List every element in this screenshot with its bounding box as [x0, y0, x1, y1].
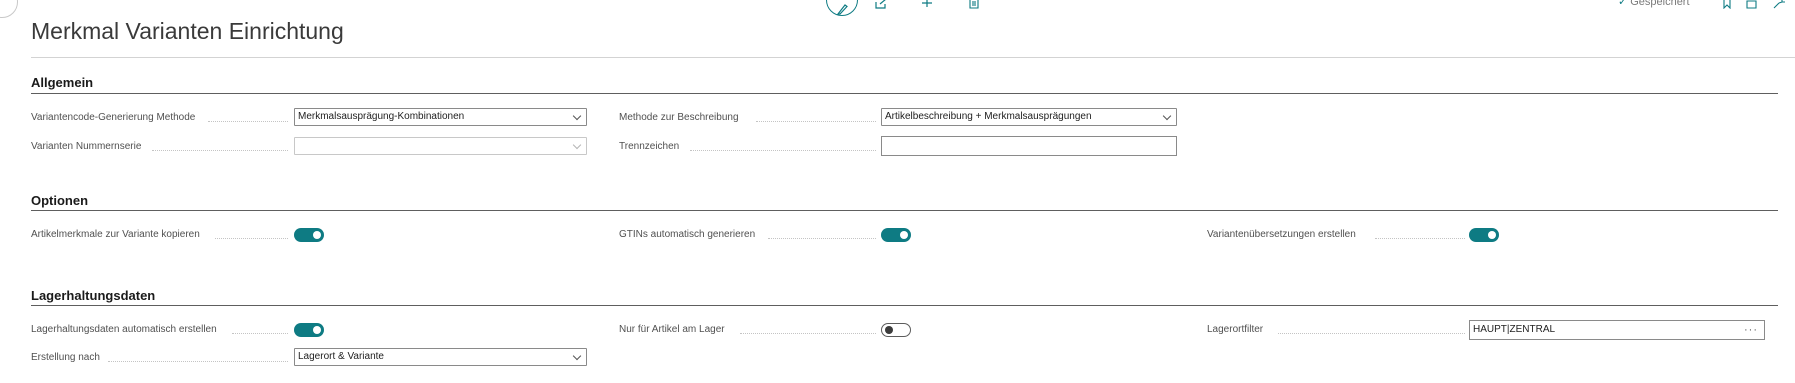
open-in-new-window-icon — [1746, 0, 1757, 9]
variant-code-method-label: Variantencode-Generierung Methode — [31, 112, 196, 123]
section-divider — [31, 93, 1778, 94]
plus-icon — [922, 0, 932, 7]
label-leader — [108, 361, 288, 362]
created-by-value: Lagerort & Variante — [298, 351, 384, 362]
separator-input[interactable] — [881, 136, 1177, 156]
section-title-allgemein[interactable]: Allgemein — [31, 75, 93, 90]
label-leader — [768, 238, 876, 239]
variant-code-method-select[interactable]: Merkmalsausprägung-Kombinationen — [294, 108, 587, 126]
translations-label: Variantenübersetzungen erstellen — [1207, 229, 1356, 240]
back-button[interactable] — [0, 0, 18, 18]
auto-create-toggle[interactable] — [294, 323, 324, 337]
auto-create-label: Lagerhaltungsdaten automatisch erstellen — [31, 324, 217, 335]
gtins-label: GTINs automatisch generieren — [619, 229, 756, 240]
saved-status-label: Gespeichert — [1630, 0, 1690, 8]
created-by-label: Erstellung nach — [31, 352, 100, 363]
separator-label: Trennzeichen — [619, 141, 680, 152]
variant-no-series-label: Varianten Nummernserie — [31, 141, 142, 152]
label-leader — [232, 333, 288, 334]
open-new-window-button[interactable] — [1746, 0, 1758, 11]
copy-attributes-label: Artikelmerkmale zur Variante kopieren — [31, 229, 200, 240]
pencil-icon — [836, 4, 848, 15]
label-leader — [1375, 238, 1465, 239]
check-icon: ✓ — [1618, 0, 1628, 8]
variant-code-method-value: Merkmalsausprägung-Kombinationen — [298, 111, 465, 122]
variant-no-series-select[interactable] — [294, 137, 587, 155]
chevron-down-icon — [572, 111, 582, 121]
saved-status: ✓ Gespeichert — [1618, 0, 1690, 8]
created-by-select[interactable]: Lagerort & Variante — [294, 348, 587, 366]
trash-icon — [969, 0, 979, 9]
translations-toggle[interactable] — [1469, 228, 1499, 242]
share-icon — [875, 0, 886, 9]
label-leader — [208, 121, 288, 122]
location-filter-label: Lagerortfilter — [1207, 324, 1264, 335]
description-method-value: Artikelbeschreibung + Merkmalsausprägung… — [885, 111, 1092, 122]
label-leader — [1278, 333, 1465, 334]
section-title-optionen[interactable]: Optionen — [31, 193, 88, 208]
copy-attributes-toggle[interactable] — [294, 228, 324, 242]
label-leader — [756, 121, 876, 122]
share-button[interactable] — [874, 0, 888, 11]
delete-button[interactable] — [968, 0, 980, 11]
label-leader — [152, 150, 288, 151]
collapse-button[interactable] — [1773, 0, 1785, 11]
title-divider — [31, 57, 1795, 58]
new-button[interactable] — [920, 0, 934, 11]
bookmark-icon — [1723, 0, 1731, 10]
section-divider — [31, 305, 1778, 306]
chevron-down-icon — [572, 140, 582, 150]
page-title: Merkmal Varianten Einrichtung — [31, 18, 344, 44]
label-leader — [690, 150, 876, 151]
section-divider — [31, 210, 1778, 211]
section-title-lagerhaltungsdaten[interactable]: Lagerhaltungsdaten — [31, 288, 155, 303]
collapse-icon — [1773, 0, 1785, 9]
description-method-select[interactable]: Artikelbeschreibung + Merkmalsausprägung… — [881, 108, 1177, 126]
gtins-toggle[interactable] — [881, 228, 911, 242]
only-in-stock-label: Nur für Artikel am Lager — [619, 324, 725, 335]
edit-button[interactable] — [826, 0, 858, 16]
bookmark-button[interactable] — [1722, 0, 1732, 11]
location-filter-value: HAUPT|ZENTRAL — [1473, 324, 1556, 335]
label-leader — [215, 238, 288, 239]
chevron-down-icon — [572, 351, 582, 361]
label-leader — [740, 333, 876, 334]
description-method-label: Methode zur Beschreibung — [619, 112, 739, 123]
only-in-stock-toggle[interactable] — [881, 323, 911, 337]
chevron-down-icon — [1162, 111, 1172, 121]
lookup-ellipsis-icon[interactable]: ··· — [1744, 321, 1758, 339]
location-filter-input[interactable]: HAUPT|ZENTRAL ··· — [1469, 320, 1765, 340]
